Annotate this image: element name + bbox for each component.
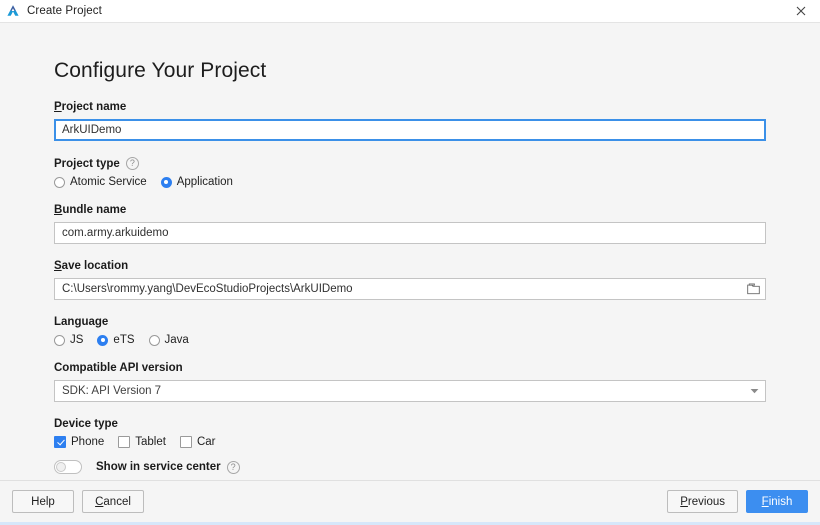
radio-js[interactable]: JS — [54, 334, 83, 346]
checkbox-tablet[interactable]: Tablet — [118, 436, 166, 448]
checkbox-car-label: Car — [196, 436, 216, 448]
radio-application[interactable]: Application — [160, 176, 233, 188]
device-type-label-text: Device type — [54, 418, 118, 430]
project-type-radio-group: Atomic Service Application — [54, 176, 766, 188]
dialog-content: Configure Your Project Project name Proj… — [0, 23, 820, 480]
bundle-name-input[interactable] — [54, 222, 766, 244]
device-type-checkbox-group: Phone Tablet Car — [54, 436, 766, 448]
toggle-knob — [56, 462, 66, 472]
save-location-input[interactable] — [54, 278, 766, 300]
help-button[interactable]: Help — [12, 490, 74, 513]
help-circle-icon[interactable]: ? — [226, 460, 240, 474]
field-language: Language JS eTS Java — [54, 316, 766, 346]
checkbox-tablet-mark — [118, 436, 131, 448]
radio-ets-label: eTS — [113, 334, 135, 346]
show-in-service-center-row: Show in service center ? — [54, 460, 766, 474]
window-title: Create Project — [27, 5, 102, 17]
field-device-type: Device type Phone Tablet Car Show in ser… — [54, 418, 766, 474]
save-location-input-wrap — [54, 278, 766, 300]
language-label: Language — [54, 316, 766, 328]
checkbox-tablet-label: Tablet — [135, 436, 166, 448]
field-project-name: Project name — [54, 101, 766, 141]
radio-java-mark — [148, 334, 160, 346]
checkbox-phone-label: Phone — [71, 436, 105, 448]
project-name-label-mnemonic: P — [54, 101, 62, 113]
page-title: Configure Your Project — [54, 59, 267, 82]
compatible-api-version-label: Compatible API version — [54, 362, 766, 374]
field-save-location: Save location — [54, 260, 766, 300]
compatible-api-version-value: SDK: API Version 7 — [54, 380, 766, 402]
radio-js-mark — [54, 334, 65, 346]
field-bundle-name: Bundle name — [54, 204, 766, 244]
checkbox-car[interactable]: Car — [179, 436, 216, 448]
previous-button[interactable]: Previous — [667, 490, 738, 513]
cancel-button[interactable]: Cancel — [82, 490, 144, 513]
language-label-text: Language — [54, 316, 109, 328]
field-project-type: Project type ? Atomic Service Applicatio… — [54, 157, 766, 188]
radio-ets[interactable]: eTS — [97, 334, 135, 346]
radio-application-label: Application — [176, 176, 233, 188]
save-location-label: Save location — [54, 260, 766, 272]
radio-atomic-service-mark — [54, 176, 65, 188]
cancel-button-mnemonic: C — [95, 495, 104, 508]
save-location-label-text: ave location — [61, 260, 129, 272]
bundle-name-label-mnemonic: B — [54, 204, 63, 216]
help-circle-icon[interactable]: ? — [125, 157, 139, 170]
create-project-dialog: Create Project Configure Your Project Pr… — [0, 0, 820, 525]
radio-ets-mark — [97, 334, 109, 346]
bundle-name-label: Bundle name — [54, 204, 766, 216]
radio-java[interactable]: Java — [148, 334, 189, 346]
show-in-service-center-toggle[interactable] — [54, 460, 82, 474]
device-type-label: Device type — [54, 418, 766, 430]
project-name-input[interactable] — [54, 119, 766, 141]
radio-js-label: JS — [70, 334, 84, 346]
folder-glyph — [746, 283, 760, 295]
dialog-footer: Help Cancel Previous Finish — [0, 480, 820, 522]
compatible-api-version-label-text: Compatible API version — [54, 362, 183, 374]
checkbox-phone-mark — [54, 436, 66, 448]
finish-button-label: inish — [768, 495, 793, 508]
language-radio-group: JS eTS Java — [54, 334, 766, 346]
title-bar: Create Project — [0, 0, 820, 23]
finish-button-mnemonic: F — [761, 495, 769, 508]
cancel-button-label: ancel — [103, 495, 131, 508]
field-compatible-api-version: Compatible API version SDK: API Version … — [54, 362, 766, 402]
close-icon[interactable] — [782, 0, 820, 22]
footer-left-buttons: Help Cancel — [12, 490, 144, 513]
previous-button-label: revious — [687, 495, 725, 508]
radio-application-mark — [160, 176, 172, 188]
finish-button[interactable]: Finish — [746, 490, 808, 513]
checkbox-phone[interactable]: Phone — [54, 436, 104, 448]
help-button-label: Help — [31, 495, 55, 508]
project-name-label: Project name — [54, 101, 766, 113]
radio-atomic-service-label: Atomic Service — [70, 176, 147, 188]
deveco-studio-logo-icon — [7, 5, 19, 16]
folder-icon[interactable] — [741, 279, 765, 299]
footer-right-buttons: Previous Finish — [667, 490, 808, 513]
project-name-label-text: roject name — [61, 101, 127, 113]
radio-java-label: Java — [164, 334, 189, 346]
close-glyph — [796, 6, 806, 16]
project-type-label: Project type ? — [54, 157, 766, 170]
project-type-label-text: Project type — [54, 157, 120, 170]
bundle-name-label-text: undle name — [62, 204, 127, 216]
checkbox-car-mark — [179, 436, 192, 448]
compatible-api-version-select[interactable]: SDK: API Version 7 — [54, 380, 766, 402]
save-location-label-mnemonic: S — [54, 260, 62, 272]
previous-button-mnemonic: P — [680, 495, 688, 508]
radio-atomic-service[interactable]: Atomic Service — [54, 176, 147, 188]
show-in-service-center-label: Show in service center — [96, 461, 221, 473]
